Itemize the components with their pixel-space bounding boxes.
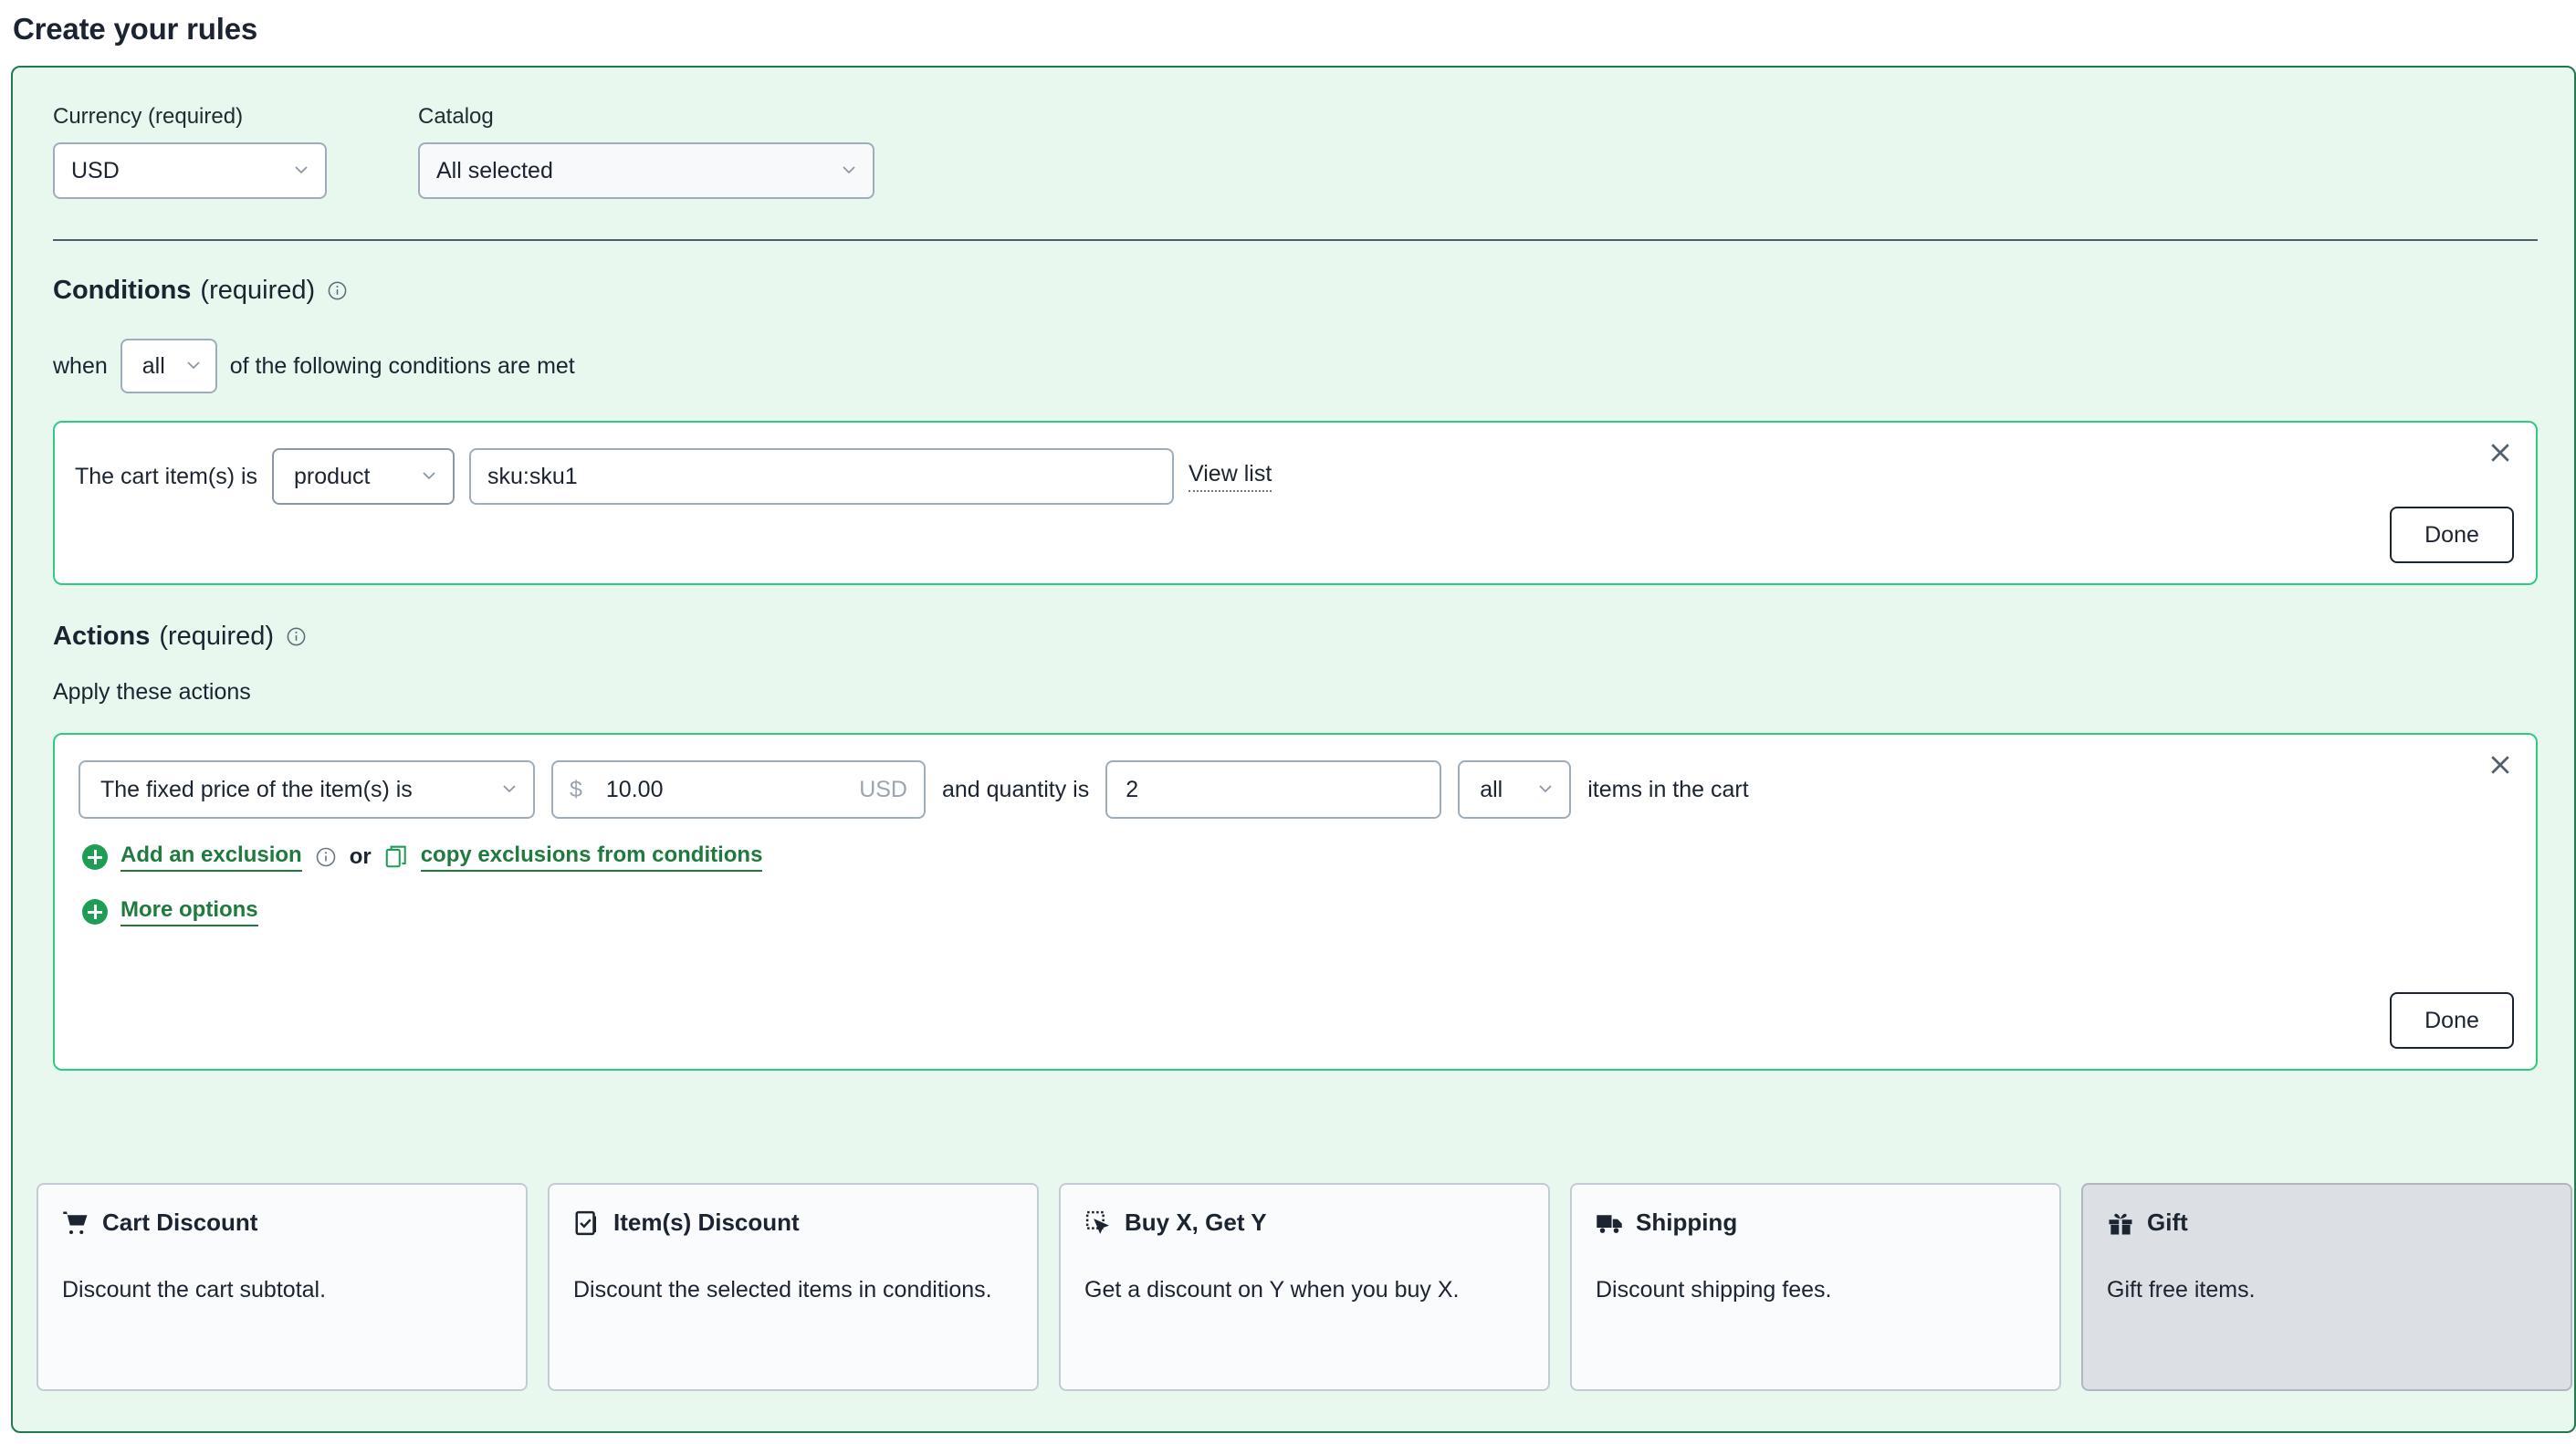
currency-select[interactable]: USD bbox=[53, 142, 327, 199]
quantity-input[interactable]: 2 bbox=[1105, 760, 1442, 819]
amount-value: 10.00 bbox=[605, 776, 664, 802]
gift-icon bbox=[2107, 1209, 2134, 1237]
condition-sku-input[interactable]: sku:sku1 bbox=[469, 448, 1175, 505]
chevron-down-icon bbox=[1536, 780, 1555, 798]
apply-actions-label-row: Apply these actions bbox=[53, 679, 2534, 706]
quantity-scope-select[interactable]: all bbox=[1458, 760, 1572, 819]
condition-type-select[interactable]: product bbox=[272, 448, 456, 505]
quantity-prefix: and quantity is bbox=[942, 776, 1090, 802]
option-card-header: Gift bbox=[2107, 1209, 2547, 1237]
rules-panel: Currency (required) USD Catalog All sele… bbox=[11, 66, 2576, 1433]
plus-circle-icon[interactable] bbox=[82, 844, 108, 870]
condition-done-button[interactable]: Done bbox=[2390, 507, 2514, 563]
checkbox-doc-icon bbox=[573, 1209, 601, 1237]
action-card: The fixed price of the item(s) is $ 10.0… bbox=[53, 733, 2538, 1071]
option-card-desc: Gift free items. bbox=[2107, 1277, 2256, 1303]
condition-card: The cart item(s) is product sku:sku1 Vie… bbox=[53, 421, 2538, 585]
cart-icon bbox=[62, 1209, 89, 1237]
catalog-field: Catalog All selected bbox=[418, 104, 874, 199]
close-icon[interactable] bbox=[2487, 751, 2514, 779]
option-card-desc: Discount the cart subtotal. bbox=[62, 1277, 327, 1303]
currency-value: USD bbox=[71, 157, 120, 183]
option-card-items-discount[interactable]: Item(s) Discount Discount the selected i… bbox=[548, 1183, 1039, 1391]
click-icon bbox=[1084, 1209, 1112, 1237]
info-icon[interactable] bbox=[327, 280, 348, 301]
more-options-row: More options bbox=[55, 872, 2536, 926]
chevron-down-icon bbox=[420, 466, 438, 485]
apply-actions-label: Apply these actions bbox=[53, 679, 251, 705]
quantity-suffix: items in the cart bbox=[1587, 776, 1749, 802]
option-card-title: Gift bbox=[2147, 1209, 2188, 1236]
currency-symbol: $ bbox=[570, 776, 582, 802]
conditions-title: Conditions bbox=[53, 276, 192, 305]
action-type-cards: Cart Discount Discount the cart subtotal… bbox=[37, 1183, 2572, 1391]
view-list-link[interactable]: View list bbox=[1189, 461, 1272, 492]
option-card-desc: Get a discount on Y when you buy X. bbox=[1084, 1277, 1460, 1303]
conditions-heading: Conditions (required) bbox=[53, 276, 2534, 306]
option-card-header: Item(s) Discount bbox=[573, 1209, 1013, 1237]
when-suffix: of the following conditions are met bbox=[229, 352, 575, 379]
option-card-cart-discount[interactable]: Cart Discount Discount the cart subtotal… bbox=[37, 1183, 528, 1391]
option-card-title: Cart Discount bbox=[102, 1209, 258, 1236]
match-type-value: all bbox=[141, 352, 165, 379]
option-card-title: Buy X, Get Y bbox=[1125, 1209, 1267, 1236]
catalog-value: All selected bbox=[436, 157, 553, 183]
chevron-down-icon bbox=[840, 161, 858, 179]
info-icon[interactable] bbox=[315, 846, 337, 868]
currency-field: Currency (required) USD bbox=[53, 104, 327, 199]
actions-heading: Actions (required) bbox=[53, 622, 2534, 652]
action-type-select[interactable]: The fixed price of the item(s) is bbox=[79, 760, 535, 819]
option-card-desc: Discount the selected items in condition… bbox=[573, 1277, 992, 1303]
when-row: when all of the following conditions are… bbox=[53, 339, 2534, 393]
or-label: or bbox=[349, 844, 372, 869]
chevron-down-icon bbox=[292, 161, 310, 179]
top-fields-row: Currency (required) USD Catalog All sele… bbox=[53, 104, 2534, 199]
option-card-title: Shipping bbox=[1636, 1209, 1738, 1236]
match-type-select[interactable]: all bbox=[120, 339, 217, 393]
condition-sku-value: sku:sku1 bbox=[487, 463, 578, 489]
option-card-gift[interactable]: Gift Gift free items. bbox=[2081, 1183, 2572, 1391]
condition-prefix: The cart item(s) is bbox=[75, 463, 258, 489]
option-card-header: Shipping bbox=[1596, 1209, 2036, 1237]
action-type-value: The fixed price of the item(s) is bbox=[100, 776, 413, 802]
actions-title: Actions bbox=[53, 622, 151, 651]
copy-exclusions-link[interactable]: copy exclusions from conditions bbox=[420, 842, 763, 872]
copy-icon[interactable] bbox=[384, 844, 408, 870]
option-card-shipping[interactable]: Shipping Discount shipping fees. bbox=[1570, 1183, 2061, 1391]
option-card-title: Item(s) Discount bbox=[613, 1209, 800, 1236]
plus-circle-icon[interactable] bbox=[82, 899, 108, 925]
action-done-button[interactable]: Done bbox=[2390, 992, 2514, 1049]
section-divider bbox=[53, 239, 2538, 241]
more-options-link[interactable]: More options bbox=[120, 897, 258, 926]
catalog-label: Catalog bbox=[418, 104, 494, 129]
close-icon[interactable] bbox=[2487, 439, 2514, 466]
condition-row: The cart item(s) is product sku:sku1 Vie… bbox=[55, 423, 2536, 505]
add-exclusion-link[interactable]: Add an exclusion bbox=[120, 842, 302, 872]
action-row: The fixed price of the item(s) is $ 10.0… bbox=[55, 735, 2536, 819]
page-title: Create your rules bbox=[13, 12, 258, 46]
currency-label: Currency (required) bbox=[53, 104, 244, 129]
option-card-header: Cart Discount bbox=[62, 1209, 502, 1237]
when-prefix: when bbox=[53, 352, 108, 379]
option-card-desc: Discount shipping fees. bbox=[1596, 1277, 1832, 1303]
amount-input[interactable]: $ 10.00 USD bbox=[551, 760, 926, 819]
chevron-down-icon bbox=[500, 780, 518, 798]
condition-type-value: product bbox=[294, 463, 371, 489]
conditions-required: (required) bbox=[200, 276, 316, 305]
option-card-buy-x-get-y[interactable]: Buy X, Get Y Get a discount on Y when yo… bbox=[1059, 1183, 1550, 1391]
quantity-value: 2 bbox=[1126, 776, 1139, 802]
info-icon[interactable] bbox=[286, 626, 307, 647]
actions-required: (required) bbox=[159, 622, 275, 651]
option-card-header: Buy X, Get Y bbox=[1084, 1209, 1524, 1237]
quantity-scope-value: all bbox=[1480, 776, 1503, 802]
truck-icon bbox=[1596, 1209, 1623, 1237]
exclusion-row: Add an exclusion or copy exclusions from… bbox=[55, 819, 2536, 872]
chevron-down-icon bbox=[184, 356, 203, 374]
currency-code: USD bbox=[859, 776, 907, 802]
catalog-select[interactable]: All selected bbox=[418, 142, 874, 199]
